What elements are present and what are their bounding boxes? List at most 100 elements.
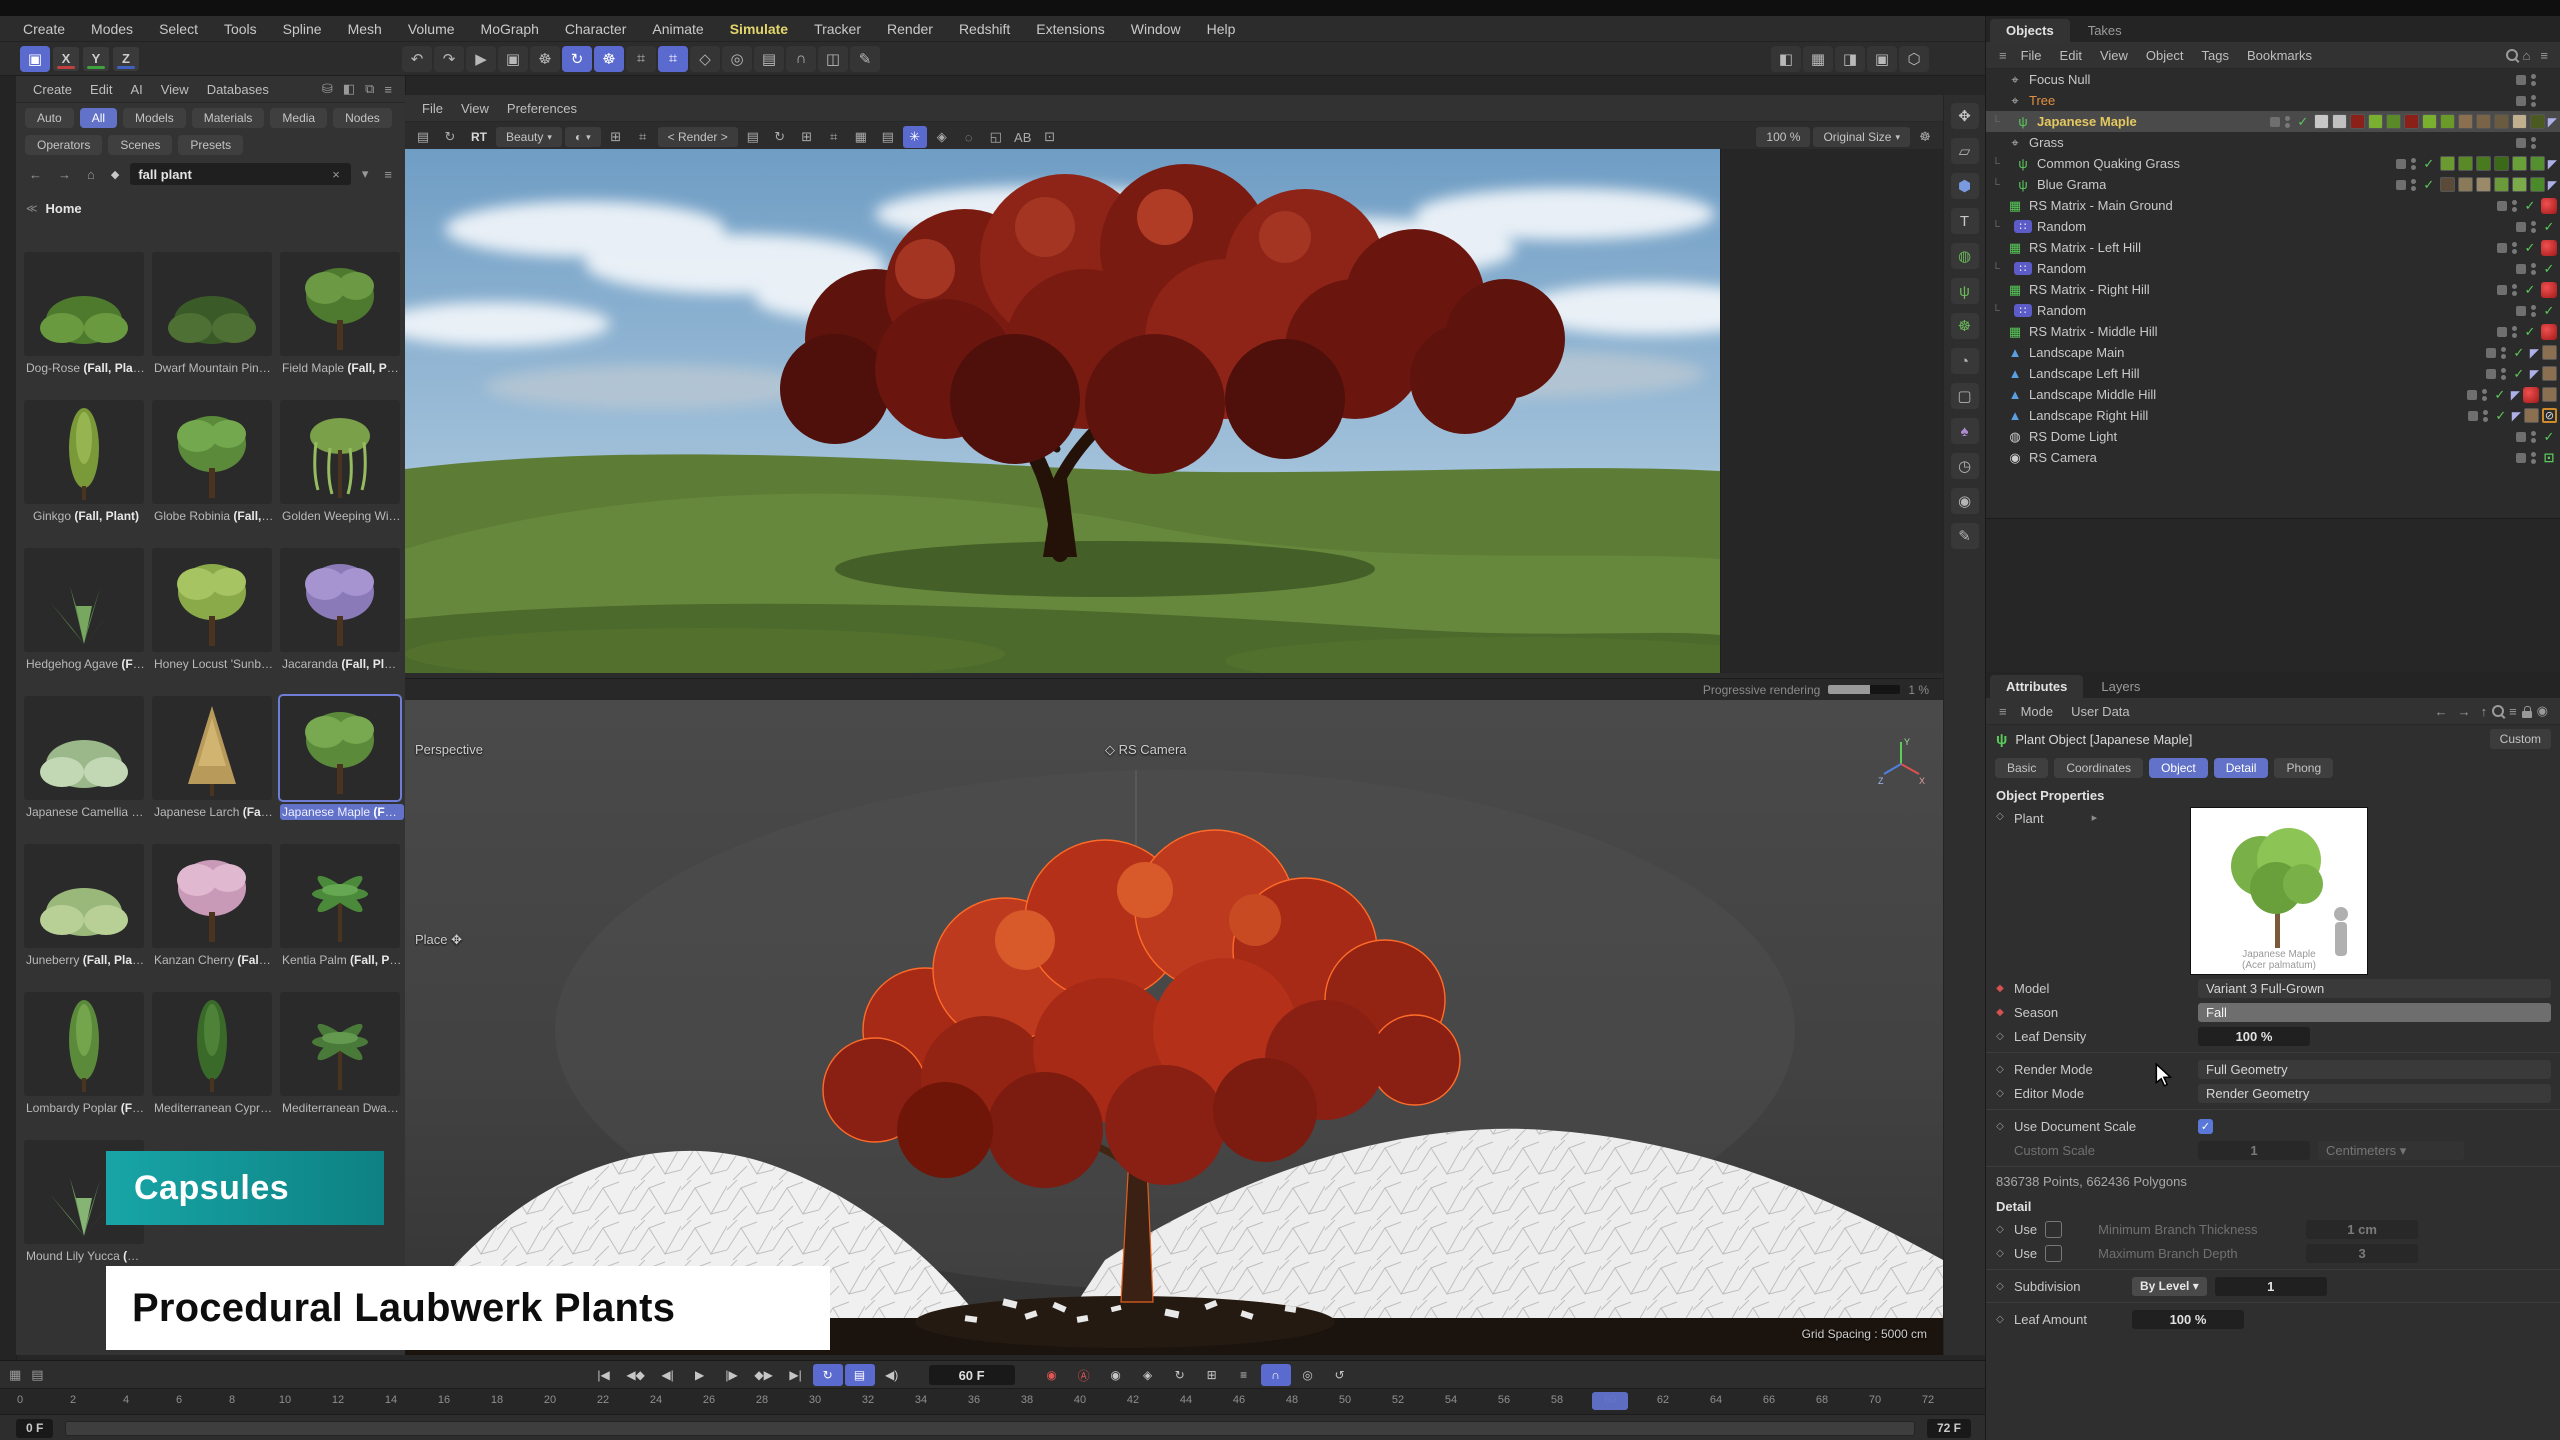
bookmark-icon[interactable]: ▾ <box>357 166 374 182</box>
visibility-dot-editor[interactable] <box>2531 263 2536 268</box>
layer-swatch[interactable] <box>2497 243 2507 253</box>
material-swatch[interactable] <box>2440 156 2455 171</box>
keyframe-icon[interactable]: ◉ <box>1101 1364 1131 1386</box>
settings-gear-icon[interactable]: ☸ <box>1913 126 1937 148</box>
om-menu-object[interactable]: Object <box>2137 48 2193 63</box>
asset-item[interactable]: Kanzan Cherry (Fall, Pl… <box>152 844 276 968</box>
visibility-dot-editor[interactable] <box>2411 158 2416 163</box>
menu-mograph[interactable]: MoGraph <box>468 16 552 42</box>
material-swatch[interactable] <box>2494 177 2509 192</box>
season-diamond[interactable]: ◆ <box>1994 1007 2006 1018</box>
visibility-dots[interactable] <box>2411 179 2416 191</box>
render-picture-icon[interactable]: ▣ <box>498 46 528 72</box>
render-menu-view[interactable]: View <box>452 101 498 116</box>
om-hamburger-icon[interactable]: ≡ <box>1994 48 2012 63</box>
asset-item[interactable]: Hedgehog Agave (Fall… <box>24 548 148 672</box>
material-swatch[interactable] <box>2494 156 2509 171</box>
visibility-dot-render[interactable] <box>2285 123 2290 128</box>
enable-check-icon[interactable]: ✓ <box>2511 366 2527 382</box>
layer-swatch[interactable] <box>2396 180 2406 190</box>
tab-attributes[interactable]: Attributes <box>1990 675 2083 698</box>
visibility-dot-render[interactable] <box>2531 228 2536 233</box>
visibility-dot-render[interactable] <box>2531 270 2536 275</box>
paint-icon[interactable]: ✎ <box>850 46 880 72</box>
snap-icon[interactable]: ∩ <box>1261 1364 1291 1386</box>
visibility-dot-render[interactable] <box>2501 354 2506 359</box>
material-swatch[interactable] <box>2458 114 2473 129</box>
disabled-tag-icon[interactable]: ⊘ <box>2542 408 2557 423</box>
sound-icon[interactable]: ◀) <box>877 1364 907 1386</box>
protractor-tool-icon[interactable]: ◔ <box>1951 348 1979 374</box>
leaf-density-diamond[interactable]: ◇ <box>1994 1031 2006 1042</box>
visibility-dot-editor[interactable] <box>2531 95 2536 100</box>
menu-tracker[interactable]: Tracker <box>801 16 874 42</box>
visibility-dots[interactable] <box>2531 95 2536 107</box>
subdivision-diamond[interactable]: ◇ <box>1994 1281 2006 1292</box>
material-swatch[interactable] <box>2440 177 2455 192</box>
viewport-label[interactable]: Perspective <box>415 742 483 757</box>
asset-item[interactable]: Mediterranean Dwarf … <box>280 992 404 1116</box>
menu-animate[interactable]: Animate <box>639 16 716 42</box>
visibility-dot-editor[interactable] <box>2531 74 2536 79</box>
record-position-icon[interactable]: ◈ <box>1133 1364 1163 1386</box>
leaf-amount-diamond[interactable]: ◇ <box>1994 1314 2006 1325</box>
visibility-dot-render[interactable] <box>2531 102 2536 107</box>
workplane-icon[interactable]: ◇ <box>690 46 720 72</box>
axis-gizmo[interactable]: Y X Z <box>1877 736 1925 784</box>
powerslider-icon[interactable]: ▤ <box>845 1364 875 1386</box>
use-min-diamond[interactable]: ◇ <box>1994 1224 2006 1235</box>
layer-swatch[interactable] <box>2270 117 2280 127</box>
layer-swatch[interactable] <box>2516 96 2526 106</box>
hamburger-icon[interactable]: ≡ <box>379 82 397 97</box>
simulate-play-icon[interactable]: ↻ <box>562 46 592 72</box>
object-row-grass[interactable]: ⌖Grass <box>1986 132 2560 153</box>
expand-icon[interactable]: ◱ <box>984 126 1008 148</box>
material-swatch[interactable] <box>2542 366 2557 381</box>
render-menu-preferences[interactable]: Preferences <box>498 101 586 116</box>
plant-expand-icon[interactable]: ▸ <box>2092 811 2098 824</box>
plant-param-diamond[interactable]: ◇ <box>1994 811 2006 822</box>
material-swatch[interactable] <box>2476 156 2491 171</box>
grid-snap-icon[interactable]: ⌗ <box>626 46 656 72</box>
om-menu-edit[interactable]: Edit <box>2051 48 2091 63</box>
visibility-dot-render[interactable] <box>2512 249 2517 254</box>
object-row-rs-matrix-left-hill[interactable]: ▦RS Matrix - Left Hill✓ <box>1986 237 2560 258</box>
use-max-diamond[interactable]: ◇ <box>1994 1248 2006 1259</box>
visibility-dot-render[interactable] <box>2531 144 2536 149</box>
use-max-checkbox[interactable] <box>2045 1245 2062 1262</box>
material-swatch[interactable] <box>2404 114 2419 129</box>
redshift-material-icon[interactable] <box>2541 324 2557 340</box>
asset-item[interactable]: Dog-Rose (Fall, Plant) <box>24 252 148 376</box>
update-icon[interactable]: ↺ <box>1325 1364 1355 1386</box>
material-swatch[interactable] <box>2350 114 2365 129</box>
menu-spline[interactable]: Spline <box>270 16 335 42</box>
prev-frame-icon[interactable]: ◀| <box>653 1364 683 1386</box>
asset-menu-create[interactable]: Create <box>24 82 81 97</box>
visibility-dots[interactable] <box>2512 200 2517 212</box>
object-row-landscape-main[interactable]: ▲Landscape Main✓◤ <box>1986 342 2560 363</box>
layout-left-icon[interactable]: ◧ <box>1771 46 1801 72</box>
visibility-dot-editor[interactable] <box>2512 326 2517 331</box>
visibility-dot-editor[interactable] <box>2482 389 2487 394</box>
visibility-dot-editor[interactable] <box>2531 305 2536 310</box>
render-menu-file[interactable]: File <box>413 101 452 116</box>
viewport-camera-label[interactable]: ◇ RS Camera <box>1105 742 1187 758</box>
asset-item[interactable]: Juneberry (Fall, Plant) <box>24 844 148 968</box>
camera-tool-icon[interactable]: ◉ <box>1951 488 1979 514</box>
visibility-dot-editor[interactable] <box>2531 431 2536 436</box>
tab-layers[interactable]: Layers <box>2085 675 2156 698</box>
playhead[interactable] <box>1592 1392 1628 1410</box>
enable-check-icon[interactable]: ✓ <box>2541 261 2557 277</box>
visibility-dots[interactable] <box>2531 431 2536 443</box>
visibility-dots[interactable] <box>2501 347 2506 359</box>
filter-presets[interactable]: Presets <box>178 135 243 155</box>
visibility-dots[interactable] <box>2411 158 2416 170</box>
layout-grid-icon[interactable]: ▦ <box>1803 46 1833 72</box>
refresh-icon[interactable]: ↻ <box>768 126 792 148</box>
visibility-dot-render[interactable] <box>2531 438 2536 443</box>
attr-tab-detail[interactable]: Detail <box>2214 758 2269 778</box>
attr-filter-icon[interactable]: ≡ <box>2504 704 2522 719</box>
custom-scale-field[interactable]: 1 <box>2198 1141 2310 1160</box>
om-menu-file[interactable]: File <box>2012 48 2051 63</box>
visibility-dot-editor[interactable] <box>2512 242 2517 247</box>
